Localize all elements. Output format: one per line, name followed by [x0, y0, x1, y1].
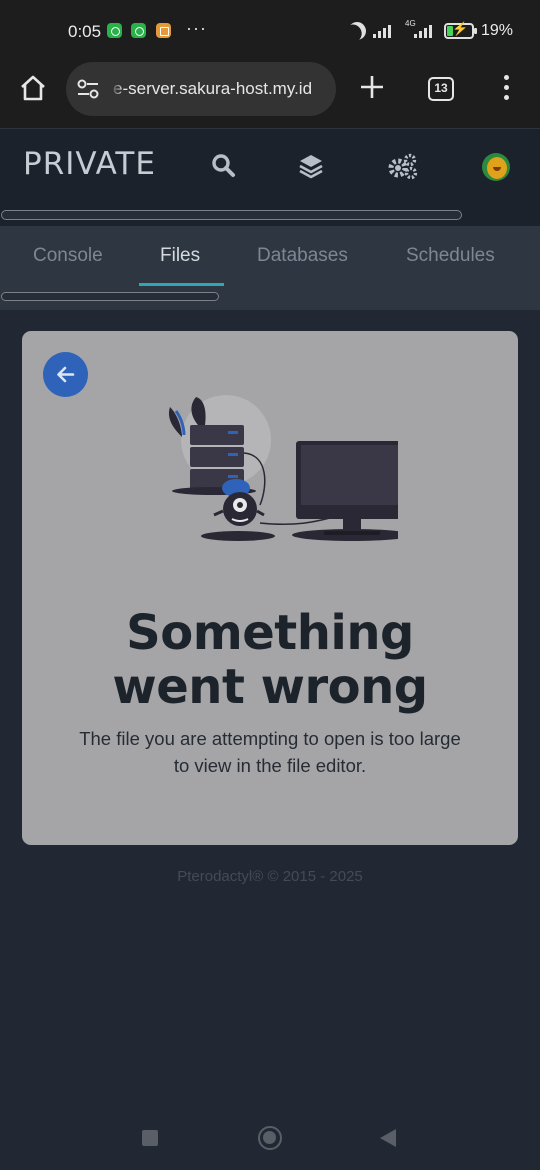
back-triangle-button[interactable] [380, 1129, 396, 1147]
error-card: Something went wrong The file you are at… [22, 331, 518, 845]
moon-icon [345, 19, 370, 44]
back-button[interactable] [43, 352, 88, 397]
more-notifications-icon: ··· [186, 18, 207, 38]
horizontal-scrollbar[interactable] [1, 292, 219, 301]
status-bar: 0:05 ··· 4G ⚡ 19% [0, 0, 540, 60]
tab-databases[interactable]: Databases [257, 245, 348, 267]
server-sub-nav: Console Files Databases Schedules [0, 226, 540, 310]
recents-button[interactable] [142, 1130, 158, 1146]
signal-icon [373, 24, 391, 38]
error-message: The file you are attempting to open is t… [79, 728, 461, 776]
home-icon[interactable] [18, 73, 48, 103]
error-title-line1: Something [126, 605, 414, 661]
site-settings-icon[interactable] [77, 79, 99, 99]
url-text: e-server.sakura-host.my.id [113, 79, 313, 98]
avatar[interactable] [482, 153, 510, 181]
app-title[interactable]: PRIVATE [23, 146, 156, 182]
plus-icon[interactable] [358, 73, 386, 101]
cogs-icon[interactable] [388, 153, 418, 180]
more-vert-icon[interactable] [496, 74, 516, 104]
notes-icon [156, 23, 171, 38]
app-navbar: PRIVATE [0, 128, 540, 226]
whatsapp-icon [131, 23, 146, 38]
battery-percent: 19% [481, 22, 514, 39]
error-title-line2: went wrong [112, 659, 428, 715]
tabs-icon[interactable]: 13 [428, 77, 454, 101]
footer-copyright: Pterodactyl® © 2015 - 2025 [177, 868, 363, 885]
tab-console[interactable]: Console [33, 245, 103, 267]
arrow-left-icon [57, 366, 75, 383]
address-bar[interactable]: e-server.sakura-host.my.id [66, 62, 336, 116]
charging-bolt-icon: ⚡ [452, 21, 469, 36]
tab-schedules[interactable]: Schedules [406, 245, 495, 267]
layers-icon[interactable] [298, 153, 324, 179]
horizontal-scrollbar[interactable] [1, 210, 462, 220]
home-button[interactable] [258, 1126, 282, 1150]
tab-files[interactable]: Files [160, 245, 200, 267]
whatsapp-icon [107, 23, 122, 38]
url-fade [110, 74, 124, 104]
search-icon[interactable] [211, 153, 237, 179]
server-monster-computer-illustration [168, 395, 398, 541]
active-tab-indicator [139, 283, 224, 286]
signal-icon [414, 24, 432, 38]
error-title: Something went wrong [22, 606, 518, 714]
browser-toolbar: e-server.sakura-host.my.id 13 [0, 60, 540, 128]
status-time: 0:05 [68, 22, 102, 41]
